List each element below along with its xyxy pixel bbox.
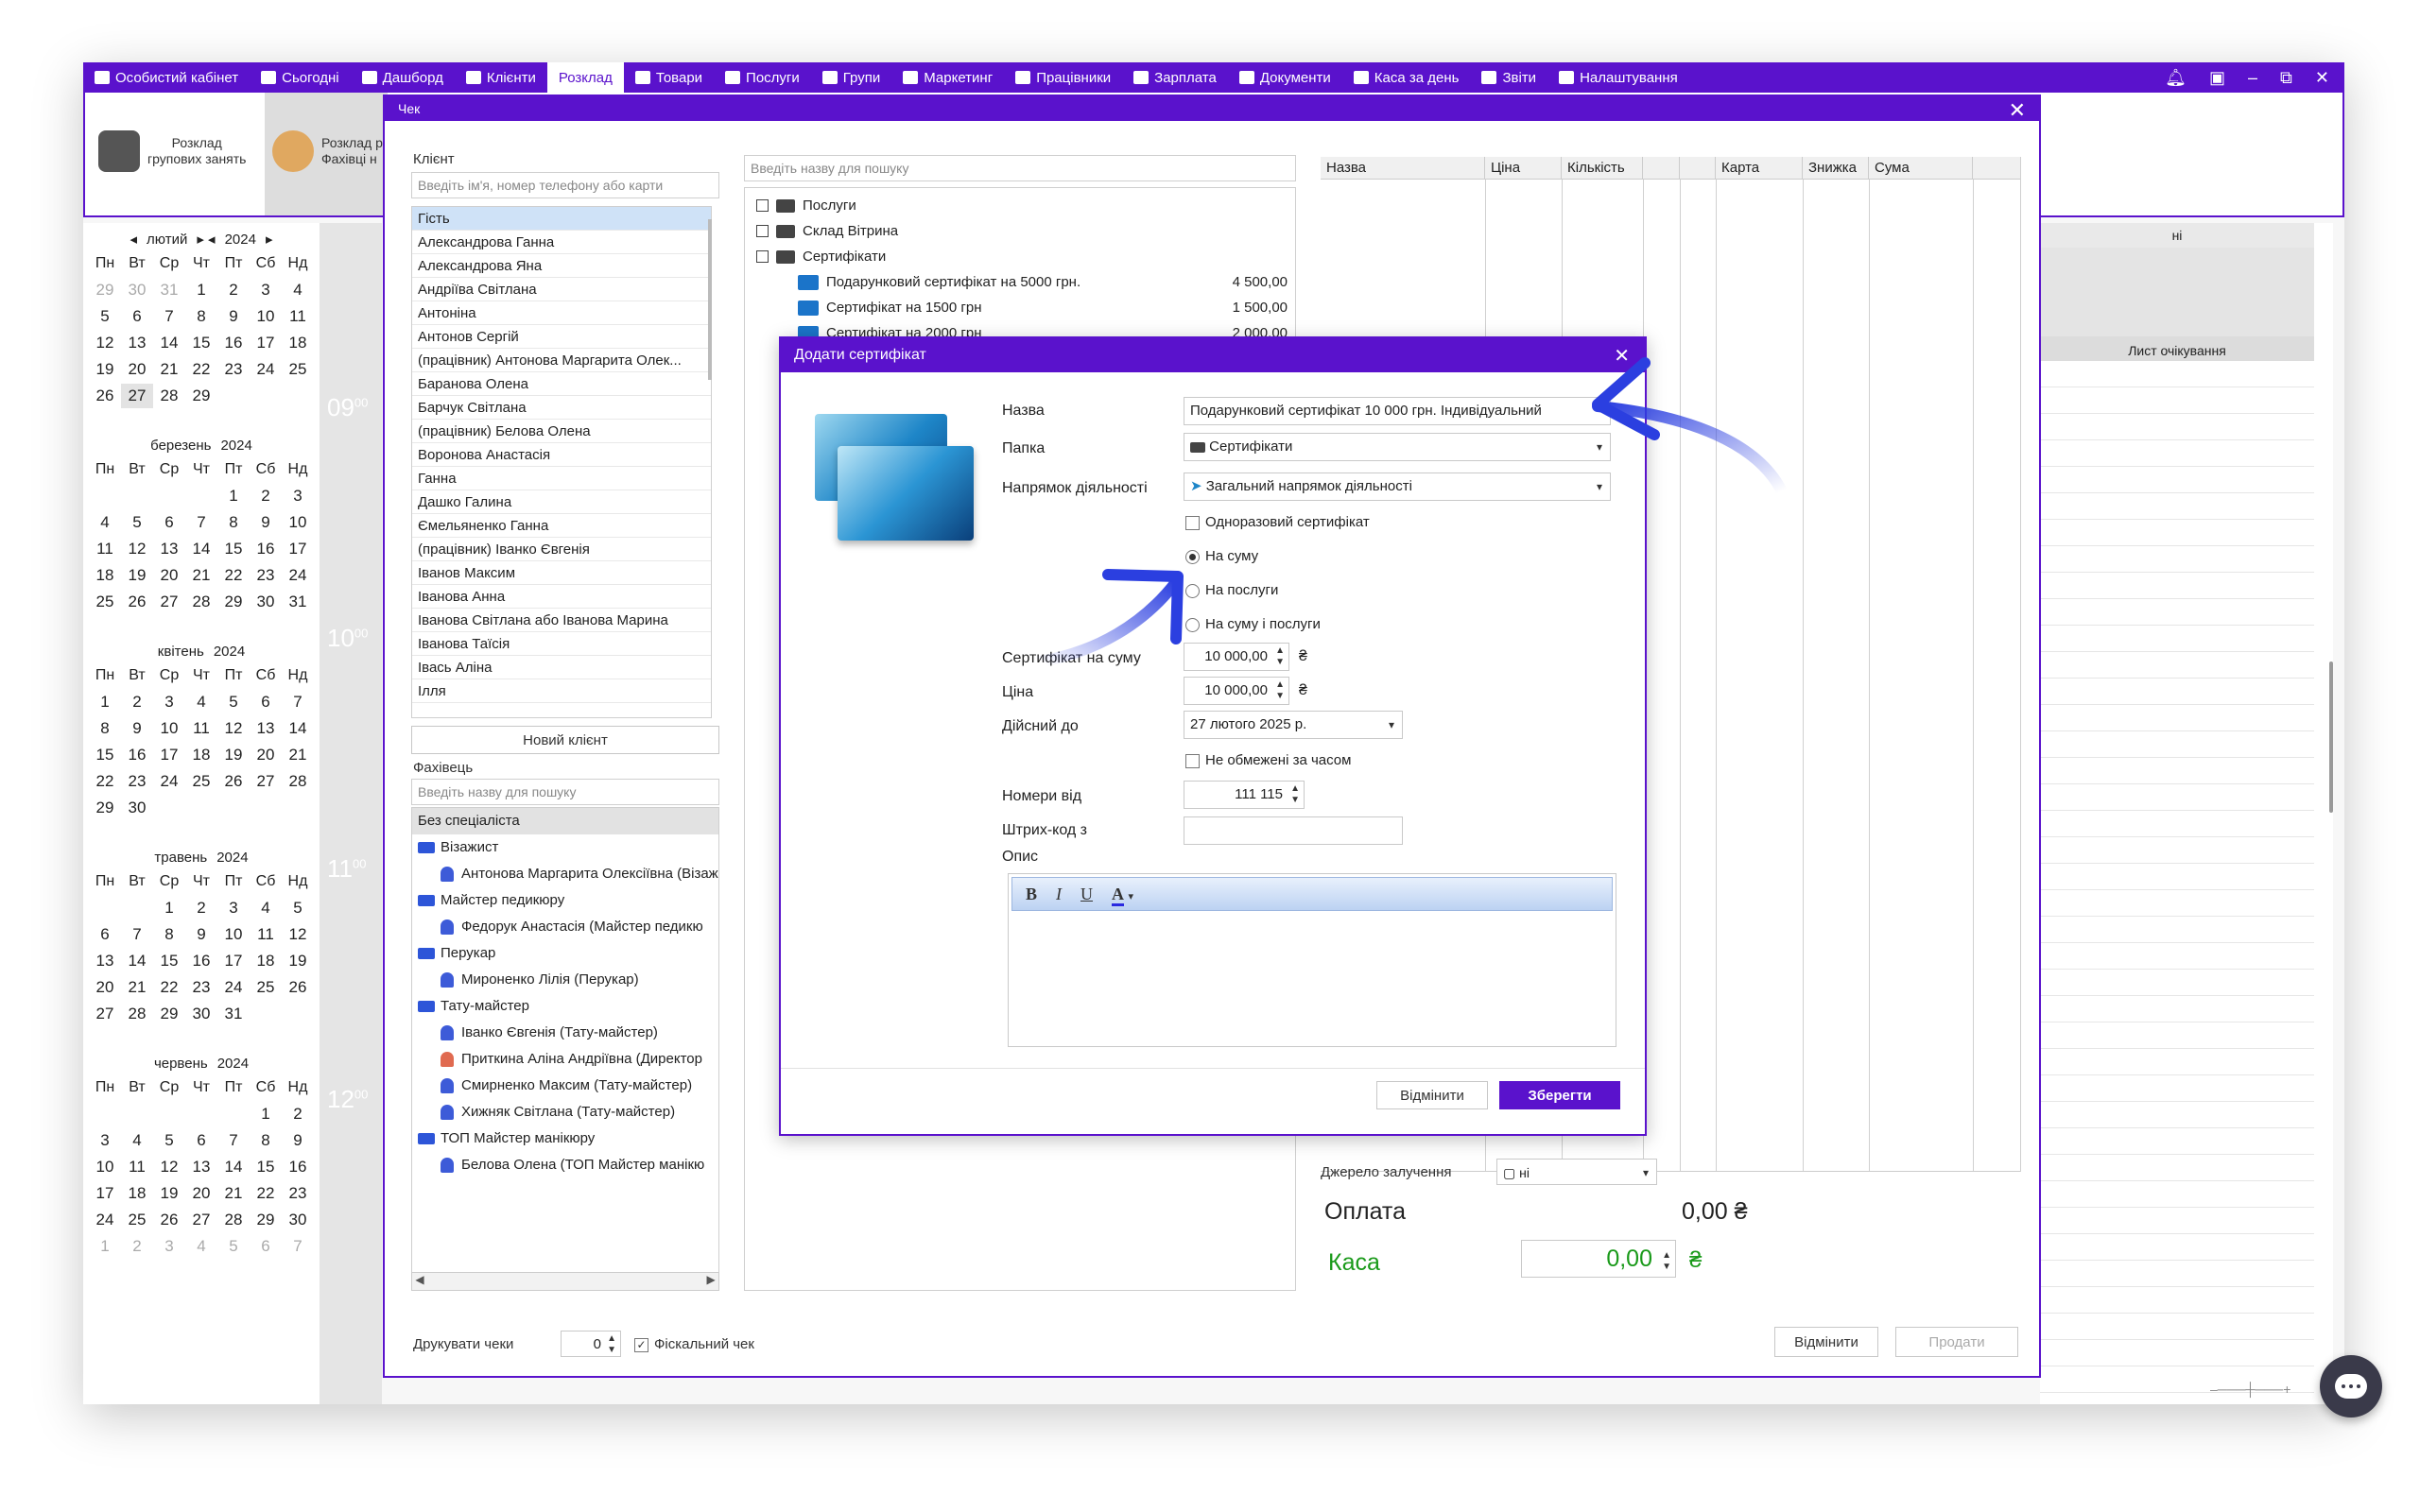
arrow-to-name-field [1592,357,1788,497]
arrow-to-sum-radio [1034,569,1184,667]
annotation-arrows [1034,357,1788,667]
